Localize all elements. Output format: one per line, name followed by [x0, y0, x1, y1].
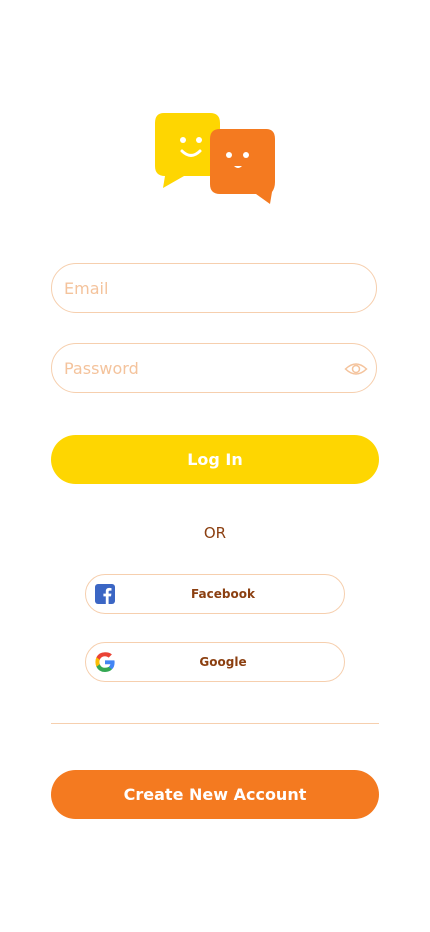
facebook-label: Facebook [191, 587, 255, 601]
login-button[interactable]: Log In [51, 435, 379, 484]
divider [51, 723, 379, 724]
facebook-login-button[interactable]: Facebook [85, 574, 345, 614]
eye-icon[interactable] [344, 357, 368, 381]
email-input[interactable] [64, 264, 334, 312]
password-field[interactable] [51, 343, 377, 393]
orange-chat-bubble-icon [210, 129, 275, 204]
chat-bubbles-logo [155, 113, 275, 204]
create-account-button[interactable]: Create New Account [51, 770, 379, 819]
email-field[interactable] [51, 263, 377, 313]
google-login-button[interactable]: Google [85, 642, 345, 682]
password-input[interactable] [64, 344, 334, 392]
google-label: Google [199, 655, 247, 669]
or-separator: OR [203, 524, 227, 542]
